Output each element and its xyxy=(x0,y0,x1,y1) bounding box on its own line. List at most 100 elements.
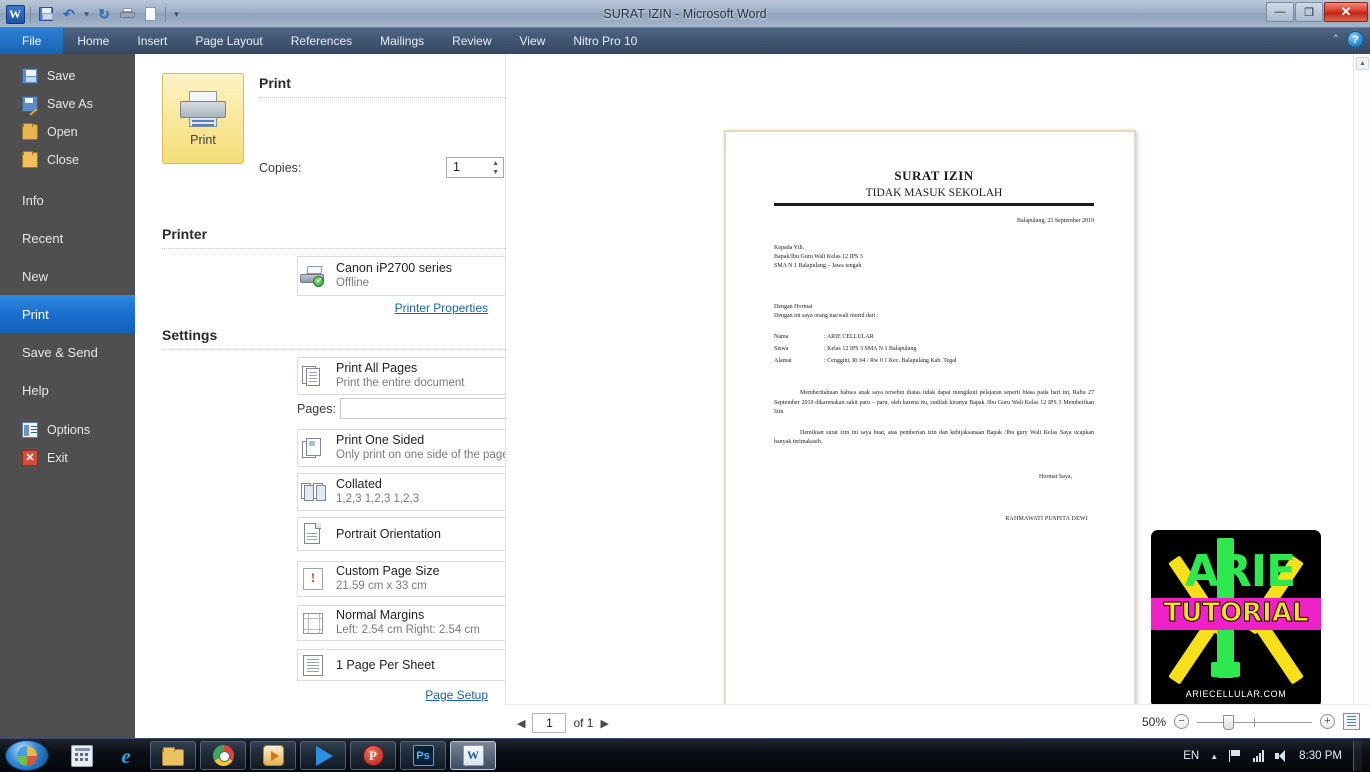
show-desktop-button[interactable] xyxy=(1353,741,1362,771)
zoom-level-label: 50% xyxy=(1141,714,1166,729)
minimize-button[interactable]: — xyxy=(1266,2,1294,22)
tab-page-layout[interactable]: Page Layout xyxy=(181,28,276,54)
sidebar-item-help[interactable]: Help xyxy=(0,371,135,409)
logo-tagline-text: TUTORIAL xyxy=(1163,598,1309,629)
page-setup-link[interactable]: Page Setup xyxy=(425,688,488,702)
document-page-preview[interactable]: SURAT IZIN TIDAK MASUK SEKOLAH Balapulan… xyxy=(724,130,1136,758)
help-icon[interactable]: ? xyxy=(1347,31,1364,48)
powerdirector-icon[interactable]: P xyxy=(350,741,396,770)
page-count-label: of 1 xyxy=(573,716,594,730)
margins-icon xyxy=(298,612,328,634)
file-explorer-icon[interactable] xyxy=(150,741,196,770)
tab-mailings[interactable]: Mailings xyxy=(366,28,438,54)
tab-review[interactable]: Review xyxy=(438,28,505,54)
document-paragraph-1: Memberitahuan bahwa anak saya tersebut d… xyxy=(774,390,1094,415)
collapse-ribbon-icon[interactable]: ⌃ xyxy=(1332,34,1340,45)
chrome-icon[interactable] xyxy=(200,741,246,770)
zoom-slider-handle[interactable] xyxy=(1223,714,1234,730)
print-button[interactable]: Print xyxy=(162,73,244,164)
tab-home[interactable]: Home xyxy=(63,28,123,54)
logo-url-text: ARIECELLULAR.COM xyxy=(1185,689,1287,699)
print-button-label: Print xyxy=(190,132,216,147)
sidebar-item-label: Close xyxy=(47,153,79,167)
printer-properties-link[interactable]: Printer Properties xyxy=(395,301,488,315)
open-folder-icon xyxy=(22,123,38,140)
sidebar-item-save[interactable]: Save xyxy=(0,62,135,90)
clock[interactable]: 8:30 PM xyxy=(1299,750,1342,762)
sidebar-item-open[interactable]: Open xyxy=(0,118,135,146)
copies-input[interactable]: 1 ▲ ▼ xyxy=(446,157,504,178)
tab-references[interactable]: References xyxy=(277,28,366,54)
language-indicator[interactable]: EN xyxy=(1183,750,1199,762)
orientation-icon xyxy=(298,523,328,545)
save-icon xyxy=(22,68,38,84)
sidebar-item-save-as[interactable]: Save As xyxy=(0,90,135,118)
one-sided-icon xyxy=(298,438,328,458)
zoom-slider[interactable] xyxy=(1197,714,1312,730)
start-button[interactable] xyxy=(5,740,49,771)
zoom-to-page-icon[interactable] xyxy=(1343,713,1360,730)
media-player-icon[interactable] xyxy=(250,741,296,770)
previous-page-button[interactable]: ◀ xyxy=(517,717,525,730)
salutation-line: Dengan Hormat xyxy=(774,304,813,310)
print-heading: Print xyxy=(259,75,291,91)
sidebar-item-options[interactable]: Options xyxy=(0,416,135,444)
collated-icon xyxy=(298,482,328,502)
zoom-in-button[interactable]: + xyxy=(1320,714,1335,729)
calculator-icon[interactable] xyxy=(62,741,102,770)
tab-nitro-pro[interactable]: Nitro Pro 10 xyxy=(559,28,651,54)
field-value: : Kelas 12 IPS 3 SMA N 1 Balapulang xyxy=(824,346,917,352)
zoom-out-button[interactable]: − xyxy=(1174,714,1189,729)
tab-file[interactable]: File xyxy=(0,28,64,54)
printer-icon xyxy=(180,90,226,127)
sidebar-item-info[interactable]: Info xyxy=(0,181,135,219)
title-bar: W ↶ ▾ ↻ ▾ SURAT IZIN - Microsoft Word — … xyxy=(0,0,1370,28)
next-page-button[interactable]: ▶ xyxy=(600,717,608,730)
network-signal-icon[interactable] xyxy=(1253,750,1265,762)
sidebar-item-save-and-send[interactable]: Save & Send xyxy=(0,333,135,371)
sidebar-item-label: Recent xyxy=(22,230,64,246)
tab-view[interactable]: View xyxy=(506,28,560,54)
document-signer: RAHMAWATI PUSPITA DEWI xyxy=(1005,515,1088,522)
sidebar-item-exit[interactable]: ✕ Exit xyxy=(0,444,135,472)
sidebar-item-new[interactable]: New xyxy=(0,257,135,295)
copies-label: Copies: xyxy=(259,161,302,175)
ribbon-right-controls: ⌃ ? xyxy=(1332,31,1364,48)
print-preview-area: SURAT IZIN TIDAK MASUK SEKOLAH Balapulan… xyxy=(505,54,1370,758)
settings-heading: Settings xyxy=(162,327,218,343)
field-row: Alamat : Cenggini, Rt 04 / Rw 0 1 Kec. B… xyxy=(774,355,1094,367)
sidebar-item-print[interactable]: Print xyxy=(0,295,145,333)
page-size-icon xyxy=(298,568,328,590)
document-closing: Hormat Saya, xyxy=(1039,473,1072,480)
salutation-line: Dengan ini saya orang tua/wali murid dar… xyxy=(774,313,879,319)
action-center-flag-icon[interactable] xyxy=(1229,750,1242,762)
system-tray: EN ▲ 8:30 PM xyxy=(1183,739,1362,772)
page-number-input[interactable]: 1 xyxy=(532,713,567,733)
document-paragraph-2: Demikian surat izin ini saya buat, atas … xyxy=(774,429,1094,446)
taskbar-items: e P Ps W xyxy=(62,741,496,770)
internet-explorer-icon[interactable]: e xyxy=(106,741,146,770)
close-button[interactable]: ✕ xyxy=(1324,2,1368,22)
video-player-icon[interactable] xyxy=(300,741,346,770)
sidebar-item-close[interactable]: Close xyxy=(0,146,135,174)
copies-stepper[interactable]: ▲ ▼ xyxy=(492,160,499,176)
word-taskbar-icon[interactable]: W xyxy=(450,741,496,770)
copies-value: 1 xyxy=(453,160,460,174)
recipient-line: Bapak/Ibu Guru Wali Kelas 12 IPS 3 xyxy=(774,254,863,260)
sidebar-item-recent[interactable]: Recent xyxy=(0,219,135,257)
preview-scrollbar[interactable]: ▲ xyxy=(1353,54,1370,758)
zoom-controls: 50% − + xyxy=(1142,713,1360,730)
field-row: Nama : ARIE CELLULAR xyxy=(774,331,1094,343)
restore-button[interactable]: ❐ xyxy=(1295,2,1323,22)
logo-brand-text: ARIE xyxy=(1184,546,1296,597)
show-hidden-icons-button[interactable]: ▲ xyxy=(1210,752,1218,761)
arie-tutorial-logo: ARIE TUTORIAL ARIECELLULAR.COM xyxy=(1151,530,1321,708)
word-print-backstage-screen: W ↶ ▾ ↻ ▾ SURAT IZIN - Microsoft Word — … xyxy=(0,0,1370,772)
scroll-up-button[interactable]: ▲ xyxy=(1356,57,1369,70)
sidebar-item-label: New xyxy=(22,268,49,284)
volume-icon[interactable] xyxy=(1275,750,1288,762)
document-subtitle: TIDAK MASUK SEKOLAH xyxy=(865,187,1003,199)
photoshop-icon[interactable]: Ps xyxy=(400,741,446,770)
tab-insert[interactable]: Insert xyxy=(123,28,181,54)
sidebar-item-label: Help xyxy=(22,382,49,398)
